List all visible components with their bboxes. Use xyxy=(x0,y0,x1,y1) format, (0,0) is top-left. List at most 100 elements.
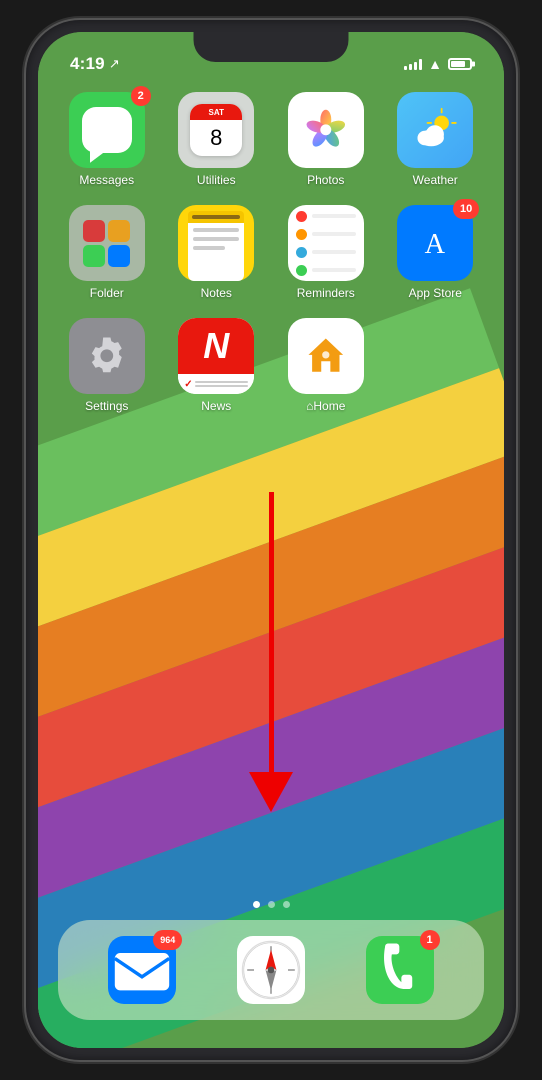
folder-app-4 xyxy=(108,245,130,267)
safari-icon[interactable] xyxy=(237,936,305,1004)
app-weather[interactable]: Weather xyxy=(385,92,487,187)
appstore-svg: A xyxy=(412,220,458,266)
home-icon[interactable] xyxy=(288,318,364,394)
app-utilities[interactable]: SAT 8 Utilities xyxy=(166,92,268,187)
news-check-icon: ✓ xyxy=(184,379,192,390)
news-top: N xyxy=(178,318,254,374)
signal-bar-4 xyxy=(419,59,422,70)
news-bottom: ✓ xyxy=(178,374,254,394)
app-appstore[interactable]: A 10 App Store xyxy=(385,205,487,300)
rem-row-2 xyxy=(296,229,356,240)
appstore-badge: 10 xyxy=(453,199,479,219)
rem-dot-1 xyxy=(296,211,307,222)
messages-bubble xyxy=(82,107,132,153)
weather-svg xyxy=(412,107,458,153)
svg-text:A: A xyxy=(425,229,446,260)
messages-badge: 2 xyxy=(131,86,151,106)
news-line-2 xyxy=(195,385,249,387)
reminders-icon[interactable] xyxy=(288,205,364,281)
news-line-1 xyxy=(195,381,249,383)
signal-bar-2 xyxy=(409,64,412,70)
home-svg xyxy=(303,333,349,379)
news-icon[interactable]: N ✓ xyxy=(178,318,254,394)
reminders-label: Reminders xyxy=(297,286,355,300)
dot-2 xyxy=(268,901,275,908)
messages-label: Messages xyxy=(79,173,134,187)
app-folder[interactable]: Folder xyxy=(56,205,158,300)
battery-icon xyxy=(448,58,472,70)
photos-icon[interactable] xyxy=(288,92,364,168)
rem-row-1 xyxy=(296,211,356,222)
app-home[interactable]: ⌂Home xyxy=(275,318,377,413)
notes-icon[interactable] xyxy=(178,205,254,281)
notes-top xyxy=(188,211,244,223)
app-reminders[interactable]: Reminders xyxy=(275,205,377,300)
dot-1 xyxy=(253,901,260,908)
weather-icon[interactable] xyxy=(397,92,473,168)
app-settings[interactable]: Settings xyxy=(56,318,158,413)
safari-svg xyxy=(237,936,305,1004)
folder-label: Folder xyxy=(90,286,124,300)
status-icons: ▲ xyxy=(404,56,472,72)
photos-label: Photos xyxy=(307,173,344,187)
messages-icon[interactable]: 2 xyxy=(69,92,145,168)
mail-badge: 964 xyxy=(153,930,182,950)
wifi-icon: ▲ xyxy=(428,56,442,72)
app-news[interactable]: N ✓ News xyxy=(166,318,268,413)
phone-frame: 4:19 ↗ ▲ 2 xyxy=(26,20,516,1060)
folder-icon[interactable] xyxy=(69,205,145,281)
appstore-icon[interactable]: A 10 xyxy=(397,205,473,281)
utilities-icon[interactable]: SAT 8 xyxy=(178,92,254,168)
weather-label: Weather xyxy=(413,173,458,187)
notes-line-2 xyxy=(193,237,239,241)
settings-icon[interactable] xyxy=(69,318,145,394)
settings-svg xyxy=(84,333,130,379)
rem-line-4 xyxy=(312,268,356,272)
rem-row-4 xyxy=(296,265,356,276)
arrow-head xyxy=(249,772,293,812)
arrow-line xyxy=(269,492,274,772)
phone-badge: 1 xyxy=(420,930,440,950)
notes-top-line xyxy=(192,215,240,219)
rem-dot-4 xyxy=(296,265,307,276)
news-content: N ✓ xyxy=(178,318,254,394)
app-messages[interactable]: 2 Messages xyxy=(56,92,158,187)
rem-row-3 xyxy=(296,247,356,258)
signal-bars xyxy=(404,58,422,70)
rem-dot-2 xyxy=(296,229,307,240)
signal-bar-1 xyxy=(404,66,407,70)
app-grid: 2 Messages SAT 8 Utilities xyxy=(38,82,504,413)
status-time: 4:19 xyxy=(70,54,105,74)
notes-label: Notes xyxy=(201,286,232,300)
cal-date: 8 xyxy=(210,125,222,151)
home-label: ⌂Home xyxy=(306,399,345,413)
rem-line-2 xyxy=(312,232,356,236)
rem-line-3 xyxy=(312,250,356,254)
screen: 4:19 ↗ ▲ 2 xyxy=(38,32,504,1048)
settings-label: Settings xyxy=(85,399,128,413)
dock: 964 xyxy=(58,920,484,1020)
photos-svg xyxy=(303,107,349,153)
news-letter: N xyxy=(203,325,229,367)
notes-line-1 xyxy=(193,228,239,232)
folder-app-2 xyxy=(108,220,130,242)
news-lines xyxy=(195,381,249,387)
notch xyxy=(194,32,349,62)
utilities-label: Utilities xyxy=(197,173,236,187)
cal-body: 8 xyxy=(190,120,242,156)
battery-fill xyxy=(451,61,465,67)
folder-grid xyxy=(77,214,136,273)
app-photos[interactable]: Photos xyxy=(275,92,377,187)
dot-3 xyxy=(283,901,290,908)
dock-safari[interactable] xyxy=(237,936,305,1004)
app-notes[interactable]: Notes xyxy=(166,205,268,300)
calendar-mini: SAT 8 xyxy=(190,104,242,156)
phone-icon[interactable]: 1 xyxy=(366,936,434,1004)
page-dots xyxy=(38,901,504,908)
dock-phone[interactable]: 1 xyxy=(366,936,434,1004)
dock-mail[interactable]: 964 xyxy=(108,936,176,1004)
appstore-label: App Store xyxy=(409,286,462,300)
cal-month: SAT xyxy=(209,108,224,117)
signal-bar-3 xyxy=(414,62,417,70)
mail-icon[interactable]: 964 xyxy=(108,936,176,1004)
